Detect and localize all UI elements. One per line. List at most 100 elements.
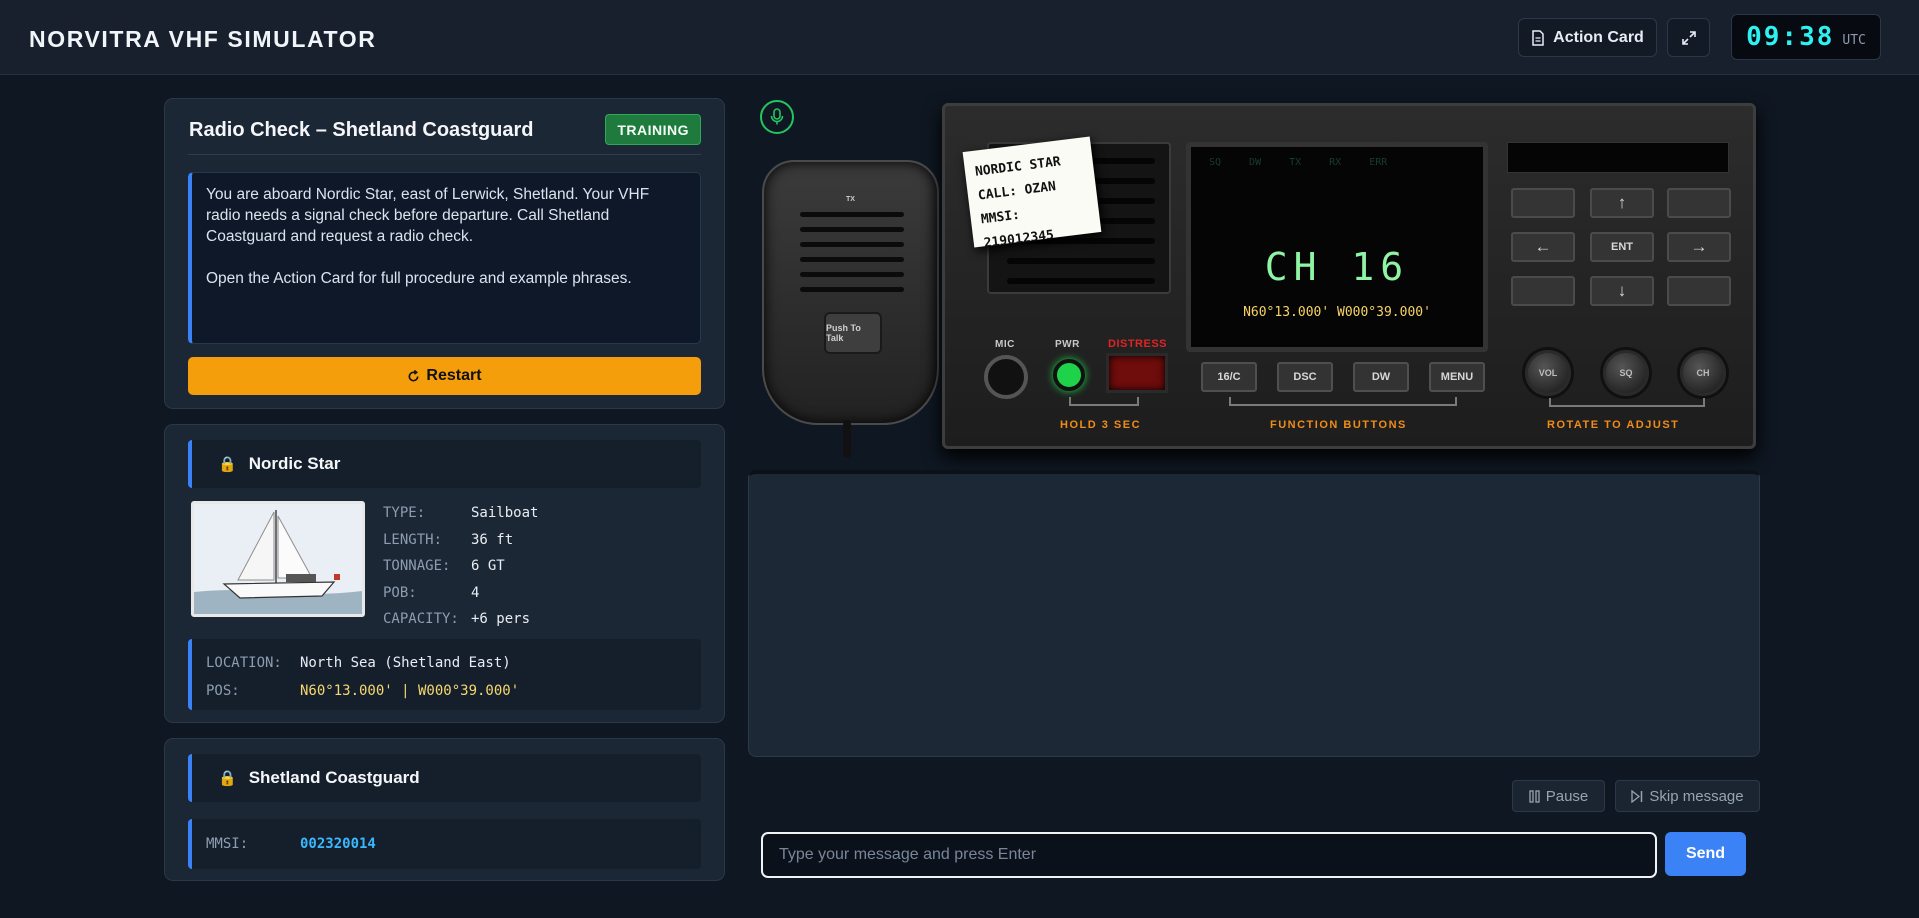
spec-row: CAPACITY: +6 pers (383, 606, 538, 633)
dsc-key[interactable]: DSC (1277, 362, 1333, 392)
pause-icon (1529, 789, 1540, 803)
power-button[interactable] (1053, 359, 1085, 391)
squelch-knob[interactable]: SQ (1603, 350, 1649, 396)
mmsi-key: MMSI: (206, 836, 249, 852)
rotate-label: ROTATE TO ADJUST (1547, 419, 1680, 431)
top-bar: NORVITRA VHF SIMULATOR Action Card 09:38… (0, 0, 1919, 75)
handset-grill (800, 257, 904, 262)
call-sign-note: NORDIC STAR CALL: OZAN MMSI: 219012345 (962, 136, 1102, 251)
document-icon (1532, 29, 1544, 46)
spec-key: CAPACITY: (383, 611, 459, 628)
spec-row: TONNAGE: 6 GT (383, 553, 538, 580)
position-key: POS: (206, 683, 240, 699)
soft-key-bottom-left[interactable] (1511, 276, 1575, 306)
message-input[interactable] (761, 832, 1657, 878)
pwr-label: PWR (1055, 339, 1080, 350)
hold-label: HOLD 3 SEC (1060, 419, 1142, 431)
channel-16-key[interactable]: 16/C (1201, 362, 1257, 392)
lcd-status-err: ERR (1369, 157, 1388, 168)
spec-value: 36 ft (471, 531, 514, 548)
secondary-display (1507, 142, 1729, 173)
utc-clock: 09:38 UTC (1731, 14, 1881, 60)
spec-value: +6 pers (471, 611, 531, 628)
handset-grill (800, 287, 904, 292)
lcd-status-tx: TX (1289, 157, 1302, 168)
coastguard-mmsi: MMSI: 002320014 (188, 819, 701, 869)
up-arrow-key[interactable]: ↑ (1590, 188, 1654, 218)
app-title: NORVITRA VHF SIMULATOR (29, 26, 377, 52)
spec-key: LENGTH: (383, 531, 443, 548)
pause-button[interactable]: Pause (1512, 780, 1605, 812)
spec-value: 6 GT (471, 558, 505, 575)
distress-button[interactable] (1106, 353, 1168, 393)
send-button[interactable]: Send (1665, 832, 1746, 876)
handset-grill (800, 212, 904, 217)
volume-knob[interactable]: VOL (1525, 350, 1571, 396)
spec-row: POB: 4 (383, 580, 538, 607)
sailboat-image (191, 501, 365, 617)
brief-paragraph: You are aboard Nordic Star, east of Lerw… (206, 186, 650, 245)
coastguard-name: Shetland Coastguard (248, 768, 420, 787)
handset-grill (800, 272, 904, 277)
restart-button[interactable]: Restart (188, 357, 701, 395)
right-arrow-key[interactable]: → (1667, 232, 1731, 262)
down-arrow-key[interactable]: ↓ (1590, 276, 1654, 306)
soft-key-top-right[interactable] (1667, 188, 1731, 218)
skip-message-button[interactable]: Skip message (1615, 780, 1760, 812)
vhf-radio-panel: NORDIC STAR CALL: OZAN MMSI: 219012345 S… (942, 103, 1756, 449)
lcd-status-dw: DW (1249, 157, 1262, 168)
brief-paragraph: Open the Action Card for full procedure … (206, 270, 632, 287)
vessel-location: LOCATION: North Sea (Shetland East) POS: N… (188, 639, 701, 710)
handset-grill (800, 227, 904, 232)
soft-key-bottom-right[interactable] (1667, 276, 1731, 306)
handset-cord (843, 420, 851, 458)
scenario-card: Radio Check – Shetland Coastguard TRAINI… (164, 98, 725, 409)
bracket-line (1229, 397, 1457, 406)
mic-status-indicator[interactable] (760, 100, 794, 134)
soft-key-top-left[interactable] (1511, 188, 1575, 218)
vessel-card: 🔒 Nordic Star TYPE: Sailboat LENGTH: 36 ft… (164, 424, 725, 723)
enter-key[interactable]: ENT (1590, 232, 1654, 262)
lock-icon: 🔒 (218, 456, 237, 473)
mic-label: MIC (995, 339, 1015, 350)
scenario-brief: You are aboard Nordic Star, east of Lerw… (188, 172, 701, 344)
transcript-panel (748, 470, 1760, 757)
vessel-specs: TYPE: Sailboat LENGTH: 36 ft TONNAGE: 6 GT … (383, 500, 538, 633)
restart-icon (408, 369, 419, 381)
spec-row: LENGTH: 36 ft (383, 527, 538, 554)
skip-label: Skip message (1649, 787, 1744, 805)
arrow-up-icon: ↑ (1617, 193, 1627, 212)
position-row: POS: N60°13.000' | W000°39.000' (206, 677, 701, 705)
action-card-button[interactable]: Action Card (1518, 18, 1657, 57)
location-key: LOCATION: (206, 655, 282, 671)
lcd-channel: CH 16 (1264, 245, 1410, 289)
spec-value: 4 (471, 584, 480, 601)
divider (188, 154, 701, 155)
channel-knob[interactable]: CH (1680, 350, 1726, 396)
fullscreen-button[interactable] (1667, 18, 1710, 57)
lcd-position: N60°13.000' W000°39.000' (1243, 305, 1431, 320)
coastguard-header: 🔒 Shetland Coastguard (188, 754, 701, 802)
radio-handset[interactable]: TX Push To Talk (762, 160, 939, 425)
vessel-name: Nordic Star (248, 454, 341, 473)
skip-icon (1631, 789, 1643, 803)
clock-zone: UTC (1842, 33, 1866, 48)
location-value: North Sea (Shetland East) (300, 655, 511, 671)
arrow-down-icon: ↓ (1617, 281, 1627, 300)
left-arrow-key[interactable]: ← (1511, 232, 1575, 262)
radio-lcd: SQ DW TX RX ERR CH 16 N60°13.000' W000°3… (1186, 142, 1488, 352)
push-to-talk-button[interactable]: Push To Talk (824, 312, 882, 354)
mic-jack (984, 355, 1028, 399)
mmsi-value: 002320014 (300, 836, 376, 852)
tx-label: TX (846, 196, 855, 203)
menu-key[interactable]: MENU (1429, 362, 1485, 392)
scenario-title: Radio Check – Shetland Coastguard (189, 119, 534, 141)
distress-label: DISTRESS (1108, 338, 1168, 350)
lcd-status-rx: RX (1329, 157, 1342, 168)
expand-icon (1681, 30, 1696, 45)
bracket-line (1069, 397, 1139, 406)
spec-key: TYPE: (383, 505, 426, 522)
microphone-icon (770, 108, 784, 125)
dual-watch-key[interactable]: DW (1353, 362, 1409, 392)
function-buttons-label: FUNCTION BUTTONS (1270, 419, 1407, 431)
